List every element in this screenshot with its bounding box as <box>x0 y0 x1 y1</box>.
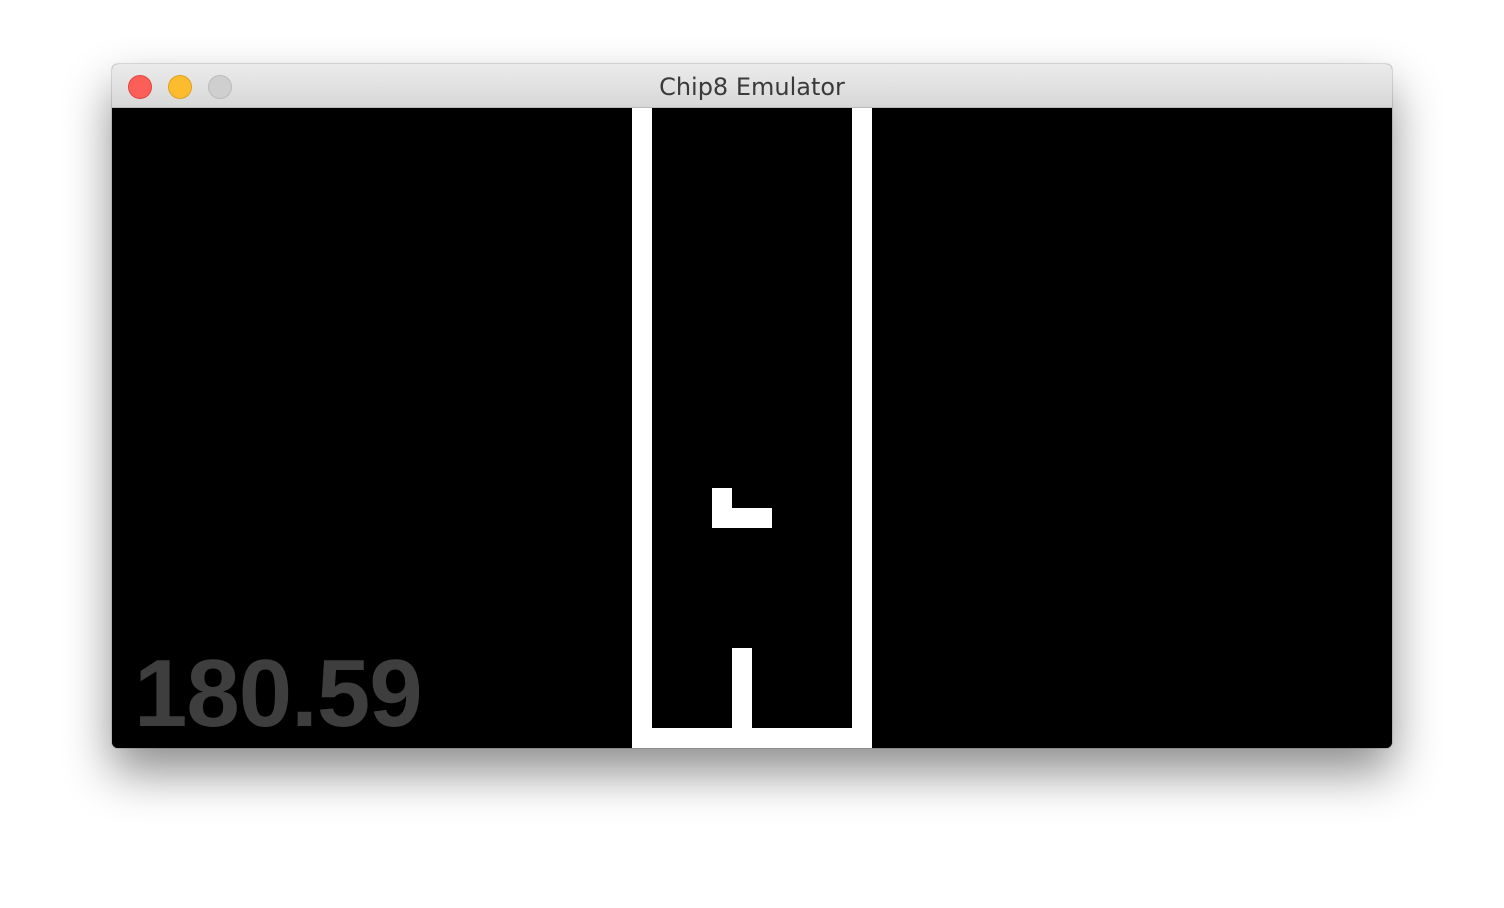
window-title: Chip8 Emulator <box>659 73 845 101</box>
emulator-display: 180.59 <box>112 108 1392 748</box>
falling-piece-block <box>732 508 772 528</box>
right-wall <box>852 108 872 748</box>
fps-counter: 180.59 <box>134 640 423 747</box>
floor <box>632 728 872 748</box>
stacked-block <box>732 648 752 728</box>
falling-piece-block <box>712 488 732 528</box>
left-wall <box>632 108 652 748</box>
title-bar[interactable]: Chip8 Emulator <box>112 64 1392 108</box>
app-window: Chip8 Emulator 180.59 <box>112 64 1392 748</box>
